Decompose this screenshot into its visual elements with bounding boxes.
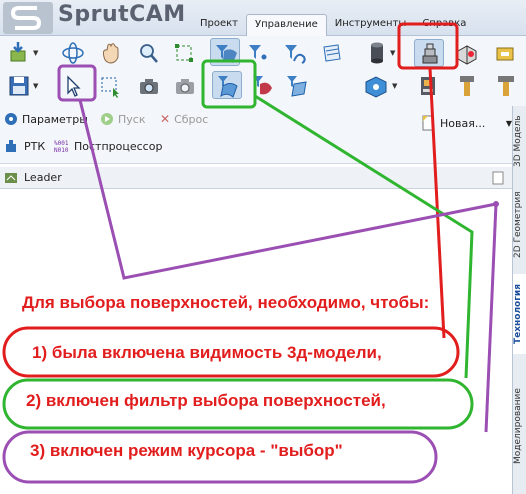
pan-hand-icon[interactable] xyxy=(96,39,126,67)
tab-simulation[interactable]: Моделирование xyxy=(513,358,526,494)
new-label: Новая... xyxy=(440,116,486,130)
tab-project[interactable]: Проект xyxy=(192,14,246,36)
leader-label: Leader xyxy=(24,171,62,184)
fixture-icon[interactable] xyxy=(492,39,522,67)
reset-label: Сброс xyxy=(174,112,209,126)
new-operation-dropdown[interactable]: Новая... ▼ xyxy=(420,112,512,134)
close-icon: ✕ xyxy=(160,112,171,126)
cylinder-icon[interactable] xyxy=(362,39,392,67)
play-icon xyxy=(101,113,113,125)
chevron-down-icon[interactable]: ▼ xyxy=(392,82,397,90)
workpiece-icon[interactable] xyxy=(452,39,482,67)
filter-surfaces-icon[interactable] xyxy=(210,38,240,66)
tab-help[interactable]: Справка xyxy=(414,14,474,36)
rotate-view-icon[interactable] xyxy=(58,39,88,67)
instruction-item-2: 2) включен фильтр выбора поверхностей, xyxy=(26,391,386,410)
instruction-heading: Для выбора поверхностей, необходимо, что… xyxy=(22,293,430,312)
robot-icon xyxy=(6,140,16,152)
filter-surfaces-select-icon[interactable] xyxy=(212,71,242,99)
filter-points-icon[interactable] xyxy=(244,39,274,67)
import-model-icon[interactable] xyxy=(4,39,34,67)
operations-panel-header: Leader xyxy=(0,167,512,189)
tab-technology[interactable]: Технология xyxy=(513,274,526,354)
brand-name: SprutCAM xyxy=(58,2,186,27)
tab-2d-geometry[interactable]: 2D Геометрия xyxy=(513,180,526,270)
operation-controls: Параметры Пуск ✕ Сброс Новая... ▼ РТК %0… xyxy=(0,106,526,164)
select-cursor-icon[interactable] xyxy=(58,72,88,100)
filter-meshes-icon[interactable] xyxy=(282,72,312,100)
camera-render-icon[interactable] xyxy=(170,72,200,100)
model-visibility-icon[interactable] xyxy=(414,39,444,67)
tab-tools[interactable]: Инструменты xyxy=(327,14,415,36)
instruction-item-1: 1) была включена видимость 3д-модели, xyxy=(32,343,382,362)
start-label: Пуск xyxy=(118,112,146,126)
filter-solid-icon[interactable] xyxy=(248,72,278,100)
start-button[interactable]: Пуск xyxy=(100,112,145,126)
svg-text:%001: %001 xyxy=(54,140,69,147)
chevron-down-icon[interactable]: ▼ xyxy=(33,49,38,57)
new-document-icon xyxy=(422,115,434,131)
parameters-label: Параметры xyxy=(22,112,88,126)
tool-holder-icon[interactable] xyxy=(492,72,522,100)
title-bar: SprutCAM Проект Управление Инструменты С… xyxy=(0,0,526,36)
zoom-icon[interactable] xyxy=(134,39,164,67)
tab-3d-model[interactable]: 3D Модель xyxy=(513,106,526,176)
zoom-fit-icon[interactable] xyxy=(170,39,200,67)
connector-joint xyxy=(493,201,499,207)
leader-icon xyxy=(5,172,17,183)
document-icon[interactable] xyxy=(492,171,504,185)
ribbon-toolbar: ▼ ▼ ▼ ▼ xyxy=(0,36,526,106)
box-select-icon[interactable] xyxy=(96,72,126,100)
nc-code-icon: %001N010 xyxy=(54,140,69,154)
tab-control[interactable]: Управление xyxy=(246,14,327,36)
display-mode-icon[interactable] xyxy=(360,72,390,100)
postprocessor-button[interactable]: %001 N010 Постпроцессор xyxy=(54,138,163,155)
rtk-button[interactable]: РТК xyxy=(4,138,45,154)
ribbon-tabs: Проект Управление Инструменты Справка xyxy=(192,14,474,36)
svg-text:N010: N010 xyxy=(54,147,69,154)
chevron-down-icon[interactable]: ▼ xyxy=(33,82,38,90)
reset-button[interactable]: ✕ Сброс xyxy=(160,112,208,126)
filter-faces-icon[interactable] xyxy=(316,39,346,67)
save-icon[interactable] xyxy=(4,72,34,100)
tool-icon[interactable] xyxy=(452,72,482,100)
instruction-item-3: 3) включен режим курсора - "выбор" xyxy=(30,441,343,460)
parameters-icon xyxy=(5,113,17,125)
postprocessor-label: Постпроцессор xyxy=(74,139,163,153)
rtk-label: РТК xyxy=(24,139,46,153)
sprutcam-logo-icon xyxy=(3,2,53,34)
side-tabs: 3D Модель 2D Геометрия Технология Модели… xyxy=(512,106,526,494)
machine-icon[interactable] xyxy=(414,72,444,100)
camera-screenshot-icon[interactable] xyxy=(134,72,164,100)
chevron-down-icon[interactable]: ▼ xyxy=(390,49,395,57)
parameters-button[interactable]: Параметры xyxy=(4,112,88,126)
filter-curves-icon[interactable] xyxy=(280,39,310,67)
